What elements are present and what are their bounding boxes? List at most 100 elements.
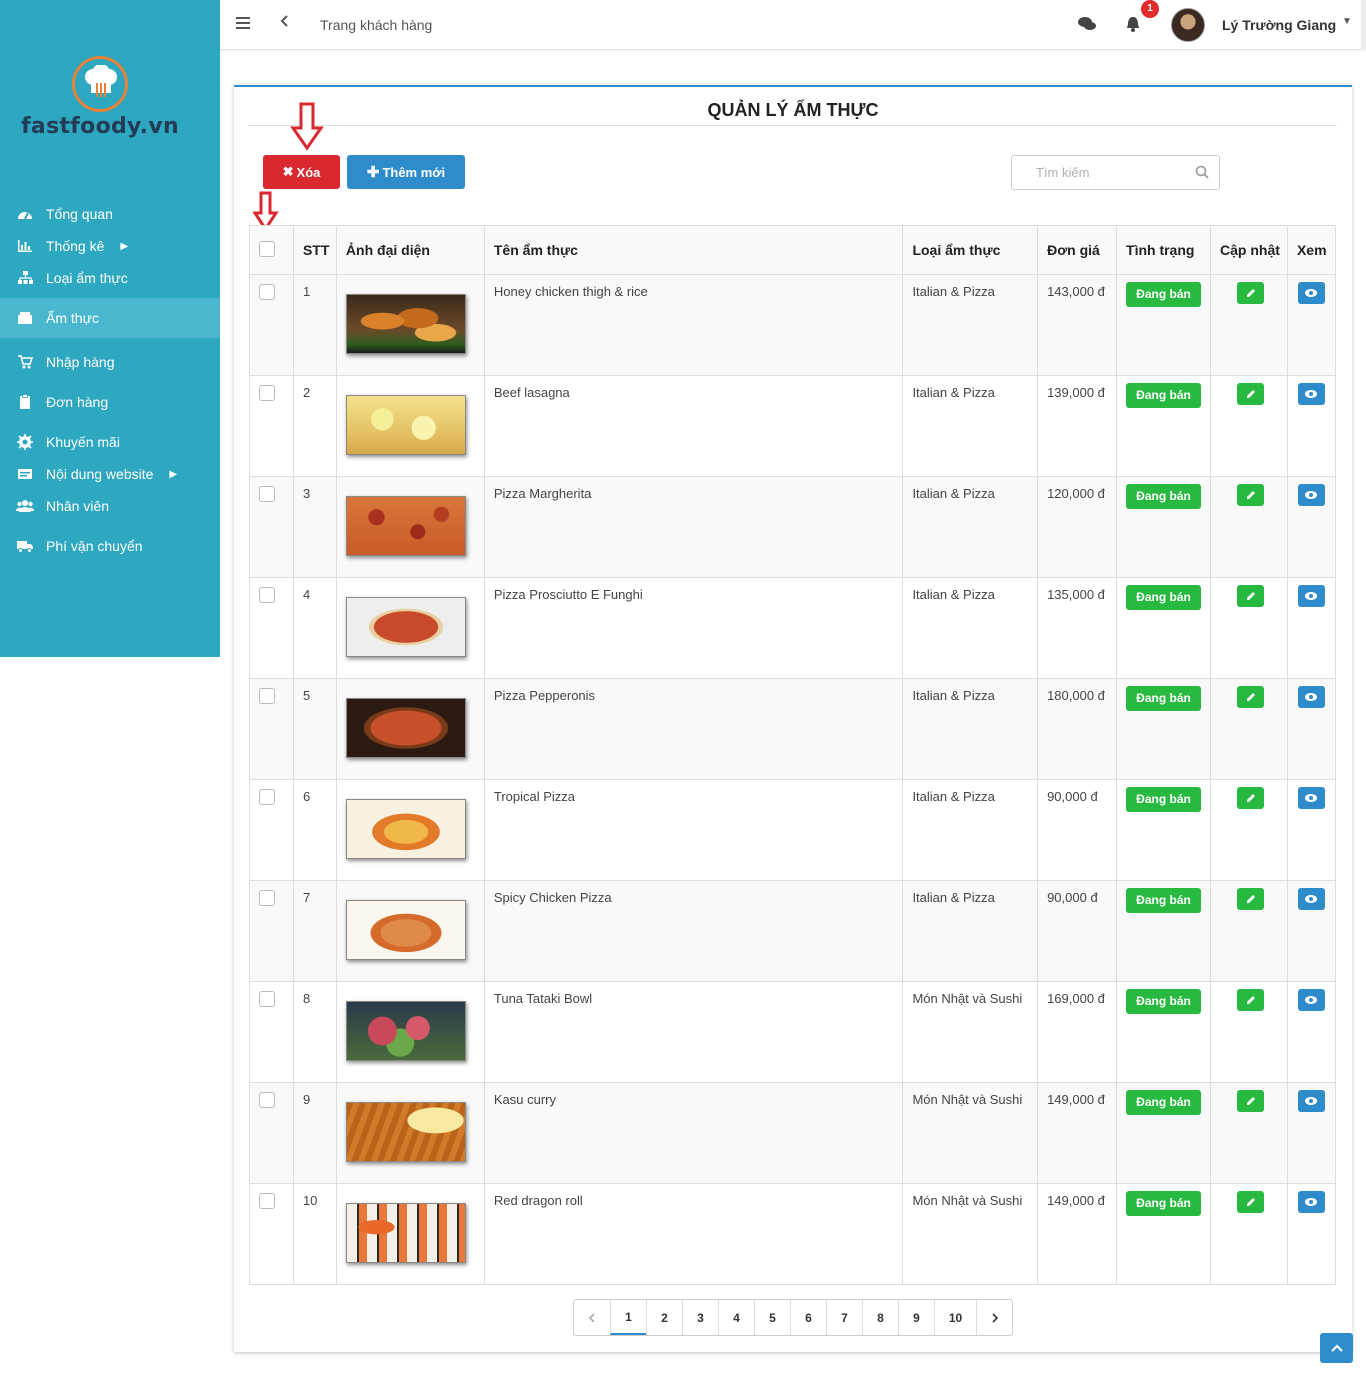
food-price: 135,000 đ bbox=[1037, 577, 1117, 679]
search-input[interactable] bbox=[1012, 156, 1182, 189]
sidebar-item-nhap-hang[interactable]: Nhập hàng bbox=[0, 346, 220, 378]
edit-button[interactable] bbox=[1237, 1090, 1265, 1112]
edit-button[interactable] bbox=[1237, 383, 1265, 405]
edit-button[interactable] bbox=[1237, 686, 1265, 708]
sidebar-item-nhan-vien[interactable]: Nhân viên bbox=[0, 490, 220, 522]
sidebar-item-don-hang[interactable]: Đơn hàng bbox=[0, 386, 220, 418]
status-badge[interactable]: Đang bán bbox=[1126, 888, 1202, 913]
edit-button[interactable] bbox=[1237, 282, 1265, 304]
status-badge[interactable]: Đang bán bbox=[1126, 484, 1202, 509]
status-badge[interactable]: Đang bán bbox=[1126, 989, 1202, 1014]
view-button[interactable] bbox=[1297, 888, 1325, 910]
row-checkbox[interactable] bbox=[259, 789, 275, 805]
edit-button[interactable] bbox=[1237, 585, 1265, 607]
edit-button[interactable] bbox=[1237, 989, 1265, 1011]
sidebar-item-tong-quan[interactable]: Tổng quan bbox=[0, 198, 220, 230]
status-badge[interactable]: Đang bán bbox=[1126, 383, 1202, 408]
user-name[interactable]: Lý Trường Giang bbox=[1222, 17, 1336, 33]
row-checkbox[interactable] bbox=[259, 890, 275, 906]
bell-icon[interactable] bbox=[1126, 16, 1140, 37]
edit-button[interactable] bbox=[1237, 484, 1265, 506]
status-badge[interactable]: Đang bán bbox=[1126, 1090, 1202, 1115]
avatar[interactable] bbox=[1171, 8, 1205, 42]
status-badge[interactable]: Đang bán bbox=[1126, 686, 1202, 711]
view-button[interactable] bbox=[1297, 282, 1325, 304]
page-1-button[interactable]: 1 bbox=[610, 1300, 646, 1335]
col-status[interactable]: Tình trạng bbox=[1116, 225, 1211, 275]
page-6-button[interactable]: 6 bbox=[790, 1300, 826, 1335]
delete-button[interactable]: ✖ Xóa bbox=[263, 155, 340, 189]
row-checkbox[interactable] bbox=[259, 1092, 275, 1108]
scroll-top-button[interactable] bbox=[1320, 1333, 1353, 1363]
sidebar-item-khuyen-mai[interactable]: Khuyến mãi bbox=[0, 426, 220, 458]
add-new-button[interactable]: ✚ Thêm mới bbox=[347, 155, 465, 189]
table-row: 8 Tuna Tataki Bowl Món Nhật và Sushi 169,00… bbox=[249, 981, 1336, 1083]
brand-logo[interactable]: fastfoody.vn bbox=[0, 56, 200, 139]
sidebar-item-label: Loại ẩm thực bbox=[46, 270, 128, 286]
col-image[interactable]: Ảnh đại diện bbox=[335, 225, 485, 275]
sidebar-item-label: Đơn hàng bbox=[46, 394, 109, 410]
view-button[interactable] bbox=[1297, 383, 1325, 405]
row-checkbox[interactable] bbox=[259, 587, 275, 603]
sidebar-item-thong-ke[interactable]: Thống kê ▶ bbox=[0, 230, 220, 262]
view-button[interactable] bbox=[1297, 989, 1325, 1011]
sidebar-item-am-thuc[interactable]: Ẩm thực bbox=[0, 298, 220, 338]
page-7-button[interactable]: 7 bbox=[826, 1300, 862, 1335]
row-checkbox[interactable] bbox=[259, 385, 275, 401]
status-badge[interactable]: Đang bán bbox=[1126, 787, 1202, 812]
row-checkbox-cell bbox=[249, 577, 294, 679]
view-button[interactable] bbox=[1297, 787, 1325, 809]
chat-icon[interactable] bbox=[1078, 16, 1096, 37]
page-5-button[interactable]: 5 bbox=[754, 1300, 790, 1335]
view-button[interactable] bbox=[1297, 1090, 1325, 1112]
col-view[interactable]: Xem bbox=[1286, 225, 1336, 275]
edit-button[interactable] bbox=[1237, 1191, 1265, 1213]
page-4-button[interactable]: 4 bbox=[718, 1300, 754, 1335]
select-all-checkbox[interactable] bbox=[259, 240, 275, 257]
caret-down-icon[interactable]: ▼ bbox=[1342, 16, 1352, 27]
hamburger-icon[interactable] bbox=[236, 16, 250, 34]
pencil-icon bbox=[1246, 1097, 1255, 1105]
sidebar-item-noi-dung-website[interactable]: Nội dung website ▶ bbox=[0, 458, 220, 490]
search-icon[interactable] bbox=[1195, 165, 1209, 184]
col-name[interactable]: Tên ẩm thực bbox=[483, 225, 903, 275]
row-checkbox[interactable] bbox=[259, 991, 275, 1007]
view-button[interactable] bbox=[1297, 585, 1325, 607]
col-update[interactable]: Cập nhật bbox=[1210, 225, 1288, 275]
page-2-button[interactable]: 2 bbox=[646, 1300, 682, 1335]
main-card: QUẢN LÝ ẨM THỰC ✖ Xóa ✚ Thêm mới STT Ảnh… bbox=[234, 85, 1352, 1352]
chevron-left-icon[interactable] bbox=[280, 14, 290, 33]
sidebar-item-label: Phí vận chuyển bbox=[46, 538, 143, 554]
page-10-button[interactable]: 10 bbox=[934, 1300, 976, 1335]
prev-page-button[interactable] bbox=[574, 1300, 610, 1335]
view-button[interactable] bbox=[1297, 484, 1325, 506]
view-button[interactable] bbox=[1297, 1191, 1325, 1213]
row-checkbox[interactable] bbox=[259, 486, 275, 502]
col-stt[interactable]: STT bbox=[292, 225, 337, 275]
col-category[interactable]: Loại ẩm thực bbox=[902, 225, 1038, 275]
page-3-button[interactable]: 3 bbox=[682, 1300, 718, 1335]
page-9-button[interactable]: 9 bbox=[898, 1300, 934, 1335]
add-label: Thêm mới bbox=[382, 164, 446, 180]
sidebar-item-label: Tổng quan bbox=[46, 206, 113, 222]
status-badge[interactable]: Đang bán bbox=[1126, 1191, 1202, 1216]
sidebar-item-loai-am-thuc[interactable]: Loại ẩm thực bbox=[0, 262, 220, 294]
row-checkbox-cell bbox=[249, 678, 294, 780]
row-checkbox[interactable] bbox=[259, 688, 275, 704]
status-cell: Đang bán bbox=[1116, 476, 1211, 578]
row-checkbox[interactable] bbox=[259, 1193, 275, 1209]
scrollbar[interactable] bbox=[1361, 0, 1366, 50]
edit-button[interactable] bbox=[1237, 787, 1265, 809]
status-badge[interactable]: Đang bán bbox=[1126, 282, 1202, 307]
status-cell: Đang bán bbox=[1116, 577, 1211, 679]
col-price[interactable]: Đơn giá bbox=[1037, 225, 1117, 275]
sidebar-item-phi-van-chuyen[interactable]: Phí vận chuyển bbox=[0, 530, 220, 562]
row-checkbox[interactable] bbox=[259, 284, 275, 300]
table-row: 10 Red dragon roll Món Nhật và Sushi 149,00… bbox=[249, 1183, 1336, 1285]
next-page-button[interactable] bbox=[976, 1300, 1012, 1335]
edit-button[interactable] bbox=[1237, 888, 1265, 910]
view-button[interactable] bbox=[1297, 686, 1325, 708]
status-badge[interactable]: Đang bán bbox=[1126, 585, 1202, 610]
page-8-button[interactable]: 8 bbox=[862, 1300, 898, 1335]
breadcrumb[interactable]: Trang khách hàng bbox=[320, 17, 432, 33]
